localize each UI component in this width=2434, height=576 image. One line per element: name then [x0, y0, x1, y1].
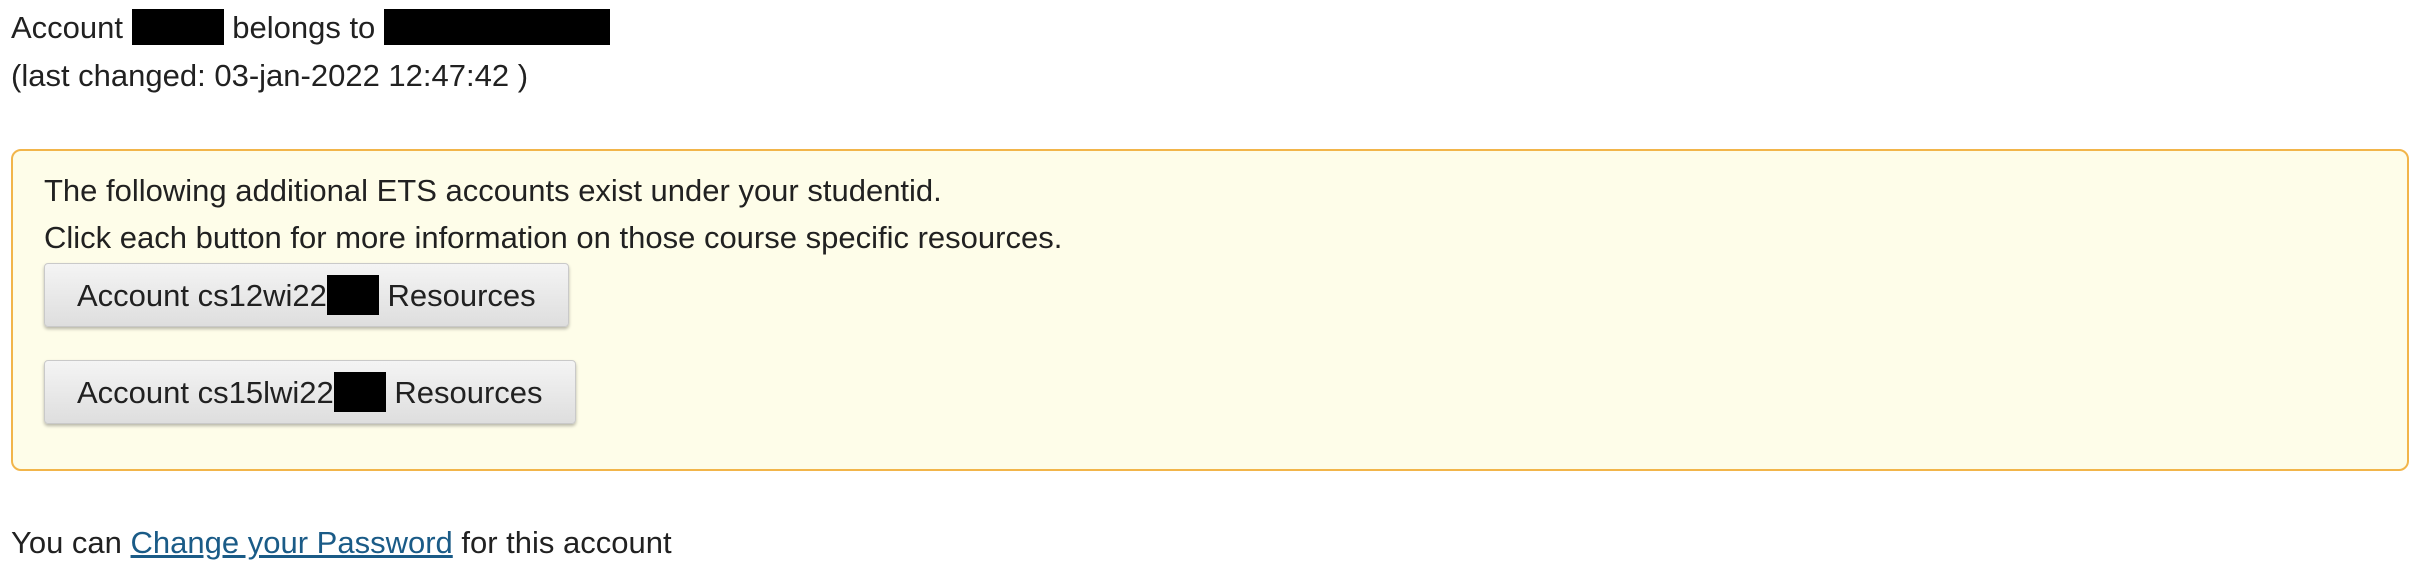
- account-cs15lwi22-resources-button[interactable]: Account cs15lwi22 Resources: [44, 360, 576, 424]
- button-label-prefix: Account cs15lwi22: [77, 375, 334, 410]
- change-password-link[interactable]: Change your Password: [131, 525, 453, 560]
- redacted-owner-name: [383, 9, 610, 45]
- last-changed-text: (last changed: 03-jan-2022 12:47:42 ): [11, 58, 529, 93]
- redacted-account-suffix: [333, 372, 386, 412]
- account-cs12wi22-resources-button[interactable]: Account cs12wi22 Resources: [44, 263, 569, 327]
- footer-prefix: You can: [11, 525, 131, 560]
- button-label-prefix: Account cs12wi22: [77, 278, 327, 313]
- redacted-account-suffix: [326, 275, 379, 315]
- footer-suffix: for this account: [452, 525, 672, 560]
- redacted-account-name: [131, 9, 224, 45]
- panel-instruction-text: Click each button for more information o…: [44, 220, 1063, 255]
- page-content: Account belongs to (last changed: 03-jan…: [11, 4, 2434, 99]
- panel-intro-text: The following additional ETS accounts ex…: [44, 173, 942, 208]
- additional-accounts-panel: The following additional ETS accounts ex…: [11, 149, 2409, 471]
- button-label-suffix: Resources: [378, 278, 536, 313]
- account-ownership-line: Account belongs to: [11, 4, 2434, 51]
- belongs-to-label: belongs to: [223, 10, 384, 45]
- button-label-suffix: Resources: [385, 375, 543, 410]
- account-label: Account: [11, 10, 132, 45]
- change-password-line: You can Change your Password for this ac…: [11, 519, 672, 566]
